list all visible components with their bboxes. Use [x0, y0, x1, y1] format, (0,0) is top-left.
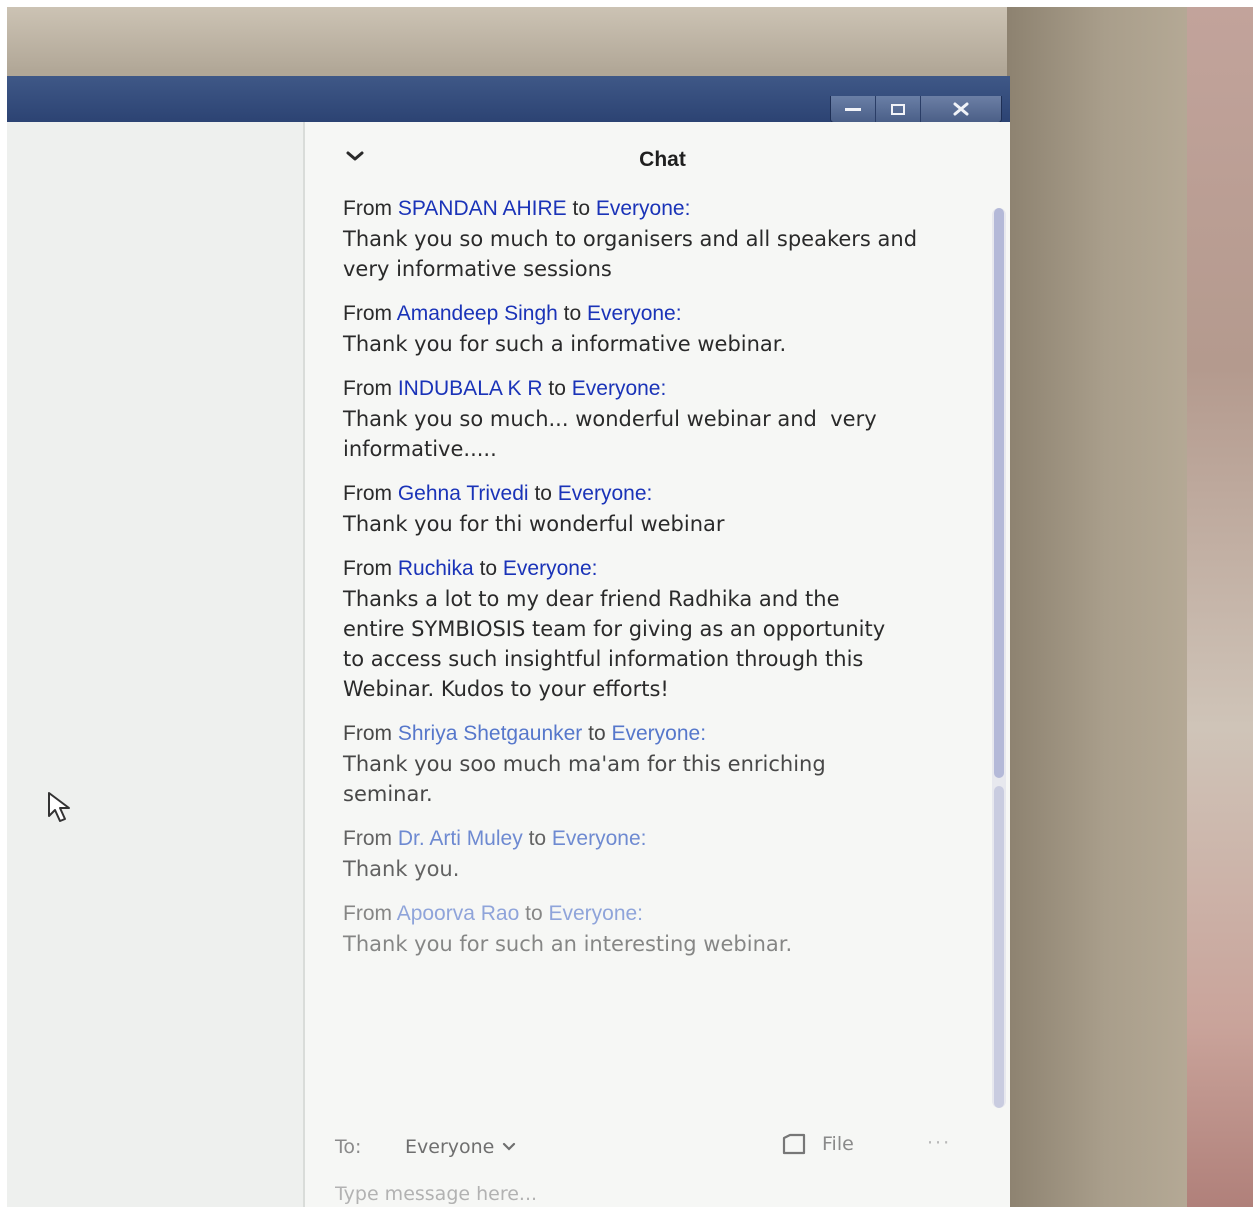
chat-message: From Shriya Shetgaunker to Everyone: Tha…	[343, 721, 943, 809]
close-button[interactable]	[921, 96, 1001, 122]
recipient-name: Everyone:	[587, 302, 682, 325]
sender-name[interactable]: INDUBALA K R	[398, 377, 543, 400]
chat-composer: To: Everyone File ···	[335, 1130, 975, 1207]
to-label: to	[563, 302, 582, 325]
sender-name[interactable]: Ruchika	[398, 557, 474, 580]
to-label: to	[548, 377, 566, 400]
message-header: From INDUBALA K R to Everyone:	[343, 376, 943, 402]
message-text: Thank you for such a informative webinar…	[343, 332, 787, 356]
to-label: to	[479, 557, 498, 580]
from-label: From	[343, 377, 392, 400]
chat-header: Chat	[305, 122, 1010, 188]
sender-name[interactable]: Dr. Arti Muley	[398, 827, 523, 850]
chat-title: Chat	[639, 148, 686, 171]
message-text: Thank you soo much ma'am for this enrich…	[343, 752, 826, 806]
minimize-button[interactable]	[831, 96, 876, 122]
sender-name[interactable]: Apoorva Rao	[397, 902, 520, 925]
from-label: From	[343, 557, 392, 580]
chat-message: From SPANDAN AHIRE to Everyone: Thank yo…	[343, 196, 943, 284]
to-label: to	[588, 722, 606, 745]
chat-message: From Ruchika to Everyone: Thanks a lot t…	[343, 556, 943, 704]
message-header: From SPANDAN AHIRE to Everyone:	[343, 196, 943, 222]
restore-button[interactable]	[876, 96, 921, 122]
sender-name[interactable]: Amandeep Singh	[397, 302, 558, 325]
chat-message: From Amandeep Singh to Everyone: Thank y…	[343, 301, 943, 359]
close-icon	[953, 102, 969, 116]
sender-name[interactable]: SPANDAN AHIRE	[398, 197, 567, 220]
recipient-value: Everyone	[405, 1136, 495, 1158]
scrollbar-thumb[interactable]	[994, 786, 1004, 1108]
window-controls	[830, 96, 1002, 123]
message-header: From Shriya Shetgaunker to Everyone:	[343, 721, 943, 747]
mouse-cursor-icon	[48, 792, 70, 822]
recipient-name: Everyone:	[611, 722, 707, 745]
minimize-icon	[845, 107, 861, 111]
to-label: to	[572, 197, 591, 220]
message-text: Thank you.	[343, 857, 460, 881]
to-label: to	[528, 827, 547, 850]
message-header: From Ruchika to Everyone:	[343, 556, 943, 582]
sender-name[interactable]: Shriya Shetgaunker	[398, 722, 582, 745]
window-title-bar	[7, 76, 1010, 123]
message-header: From Gehna Trivedi to Everyone:	[343, 481, 943, 507]
file-button[interactable]: File	[780, 1132, 854, 1156]
file-label: File	[822, 1133, 854, 1155]
recipient-name: Everyone:	[571, 377, 667, 400]
chat-message-list: From SPANDAN AHIRE to Everyone: Thank yo…	[343, 196, 943, 976]
to-label: to	[534, 482, 552, 505]
sender-name[interactable]: Gehna Trivedi	[398, 482, 529, 505]
chat-message: From INDUBALA K R to Everyone: Thank you…	[343, 376, 943, 464]
meeting-video-pane	[7, 122, 305, 1207]
laptop-screen: Chat From SPANDAN AHIRE to Everyone: Tha…	[7, 76, 1010, 1207]
chevron-down-icon	[503, 1142, 516, 1151]
recipient-name: Everyone:	[502, 557, 598, 580]
message-text: Thank you for such an interesting webina…	[343, 932, 793, 956]
recipient-name: Everyone:	[595, 197, 691, 220]
message-text: Thanks a lot to my dear friend Radhika a…	[343, 587, 886, 701]
from-label: From	[343, 722, 392, 745]
more-options-icon[interactable]: ···	[927, 1132, 951, 1154]
from-label: From	[343, 827, 392, 850]
recipient-name: Everyone:	[548, 902, 644, 925]
restore-icon	[891, 103, 905, 115]
recipient-name: Everyone:	[557, 482, 653, 505]
recipient-label: To:	[335, 1136, 362, 1158]
message-input[interactable]	[335, 1180, 935, 1207]
file-icon	[782, 1133, 806, 1155]
message-header: From Amandeep Singh to Everyone:	[343, 301, 943, 327]
chat-scrollbar[interactable]	[992, 208, 1006, 1108]
chat-message: From Dr. Arti Muley to Everyone: Thank y…	[343, 826, 943, 884]
message-text: Thank you so much... wonderful webinar a…	[343, 407, 884, 461]
from-label: From	[343, 482, 392, 505]
chat-panel: Chat From SPANDAN AHIRE to Everyone: Tha…	[305, 122, 1010, 1207]
scrollbar-track-upper	[994, 208, 1004, 778]
chat-message: From Apoorva Rao to Everyone: Thank you …	[343, 901, 943, 959]
room-backdrop	[1187, 7, 1253, 1207]
message-text: Thank you for thi wonderful webinar	[343, 512, 725, 536]
recipient-dropdown[interactable]: Everyone	[405, 1136, 516, 1158]
from-label: From	[343, 902, 392, 925]
recipient-name: Everyone:	[551, 827, 647, 850]
from-label: From	[343, 302, 392, 325]
message-text: Thank you so much to organisers and all …	[343, 227, 918, 281]
from-label: From	[343, 197, 392, 220]
message-header: From Dr. Arti Muley to Everyone:	[343, 826, 943, 852]
chat-message: From Gehna Trivedi to Everyone: Thank yo…	[343, 481, 943, 539]
message-header: From Apoorva Rao to Everyone:	[343, 901, 943, 927]
to-label: to	[525, 902, 543, 925]
